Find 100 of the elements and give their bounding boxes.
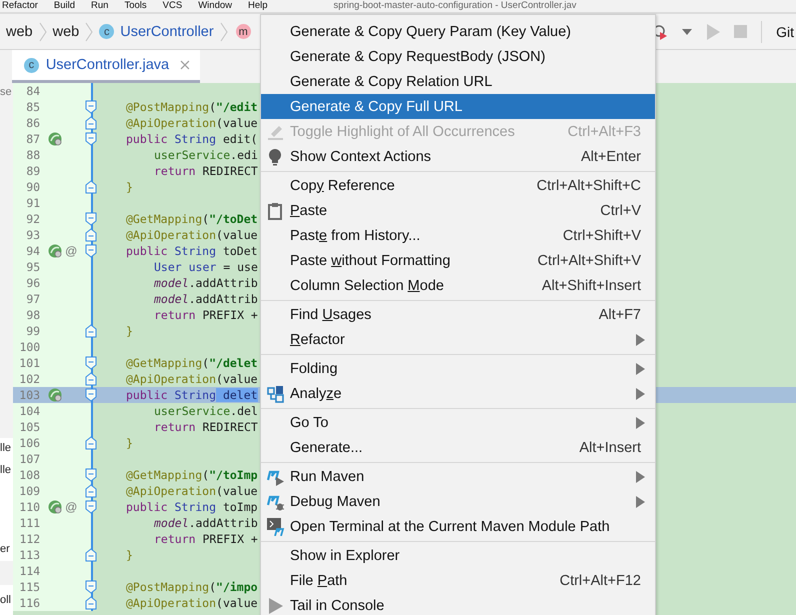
menu-item[interactable]: Go To	[261, 410, 655, 435]
shortcut: Alt+Insert	[579, 440, 641, 456]
menu-item[interactable]: Run	[91, 0, 108, 12]
code-line: @ApiOperation(value	[126, 372, 258, 386]
menu-item[interactable]: Generate & Copy Relation URL	[261, 69, 655, 94]
shortcut: Alt+Shift+Insert	[542, 278, 641, 294]
code-line: public String toDet	[126, 244, 258, 258]
menu-item[interactable]: Debug Maven	[261, 489, 655, 514]
menu-item[interactable]: Tail in Console	[261, 593, 655, 615]
method-badge[interactable]: m	[236, 24, 251, 39]
code-line: @ApiOperation(value	[126, 484, 258, 498]
git-menu[interactable]: Git	[776, 24, 794, 40]
line-number: 106	[18, 436, 40, 450]
line-number: 108	[18, 468, 40, 482]
project-item[interactable]: lle	[0, 438, 13, 458]
line-number: 109	[18, 484, 40, 498]
code-line: }	[126, 324, 133, 338]
menu-item[interactable]: Paste Ctrl+V	[261, 198, 655, 223]
code-line: model.addAttrib	[154, 276, 258, 290]
line-number: 84	[25, 84, 40, 98]
menu-item[interactable]: Help	[248, 0, 268, 12]
line-number: 97	[25, 292, 40, 306]
menu-item[interactable]: Generate & Copy RequestBody (JSON)	[261, 44, 655, 69]
menu-item[interactable]: Paste without Formatting Ctrl+Alt+Shift+V	[261, 248, 655, 273]
line-number: 107	[18, 452, 40, 466]
caret-icon	[682, 28, 692, 34]
project-item[interactable]: lle	[0, 458, 13, 483]
code-line: }	[126, 180, 133, 194]
line-number: 87	[25, 132, 40, 146]
line-number: 93	[25, 228, 40, 242]
project-item[interactable]: er	[0, 483, 13, 561]
breadcrumb[interactable]: web	[52, 24, 80, 40]
clipboard-icon	[266, 202, 284, 220]
code-line: return REDIRECT	[154, 420, 258, 434]
menu-item[interactable]: VCS	[162, 0, 182, 12]
shortcut: Ctrl+Alt+F12	[560, 572, 641, 588]
annotation-mark[interactable]: @	[65, 244, 78, 258]
close-icon	[180, 60, 190, 70]
project-item[interactable]: oll	[0, 585, 13, 615]
line-number: 111	[18, 516, 40, 530]
menu-item[interactable]: Copy Reference Ctrl+Alt+Shift+C	[261, 173, 655, 198]
line-number: 115	[18, 580, 40, 594]
menu-item[interactable]: Refactor	[261, 327, 655, 352]
menu-item[interactable]: Show in Explorer	[261, 543, 655, 568]
code-line: userService.edi	[154, 148, 258, 162]
code-line: return PREFIX +	[154, 532, 258, 546]
line-number: 90	[25, 180, 40, 194]
menu-item[interactable]: Refactor	[2, 0, 38, 12]
menu-item[interactable]: Paste from History... Ctrl+Shift+V	[261, 223, 655, 248]
code-line: @ApiOperation(value	[126, 596, 258, 610]
tab-label: UserController.java	[46, 57, 170, 73]
menu-item[interactable]: Show Context Actions Alt+Enter	[261, 144, 655, 169]
menu-item[interactable]: Generate & Copy Query Param (Key Value)	[261, 19, 655, 44]
menu-item[interactable]: Find Usages Alt+F7	[261, 302, 655, 327]
shortcut: Alt+F7	[598, 306, 641, 322]
editor-tab[interactable]: c UserController.java	[12, 50, 200, 83]
line-number: 96	[25, 276, 40, 290]
menu-item[interactable]: Build	[54, 0, 76, 12]
code-line: return REDIRECT	[154, 164, 258, 178]
annotation-mark[interactable]: @	[65, 500, 78, 514]
blocks-icon	[266, 384, 284, 402]
line-number: 86	[25, 116, 40, 130]
code-line: @GetMapping("/delet	[126, 356, 258, 370]
menu-item[interactable]: Analyze	[261, 381, 655, 406]
shortcut: Ctrl+Alt+F3	[568, 124, 641, 140]
code-line: @PostMapping("/impo	[126, 580, 258, 594]
code-line: @ApiOperation(value	[126, 228, 258, 242]
line-number: 103	[18, 388, 40, 402]
code-line: @ApiOperation(value	[126, 116, 258, 130]
line-number: 101	[18, 356, 40, 370]
class-badge: c	[24, 58, 39, 72]
menu-item[interactable]: Open Terminal at the Current Maven Module Path	[261, 514, 655, 539]
menu-item[interactable]: Tools	[124, 0, 147, 12]
menu-item[interactable]: Folding	[261, 356, 655, 381]
menu-item[interactable]: Column Selection Mode Alt+Shift+Insert	[261, 273, 655, 298]
line-number: 91	[25, 196, 40, 210]
menu-item[interactable]: Generate... Alt+Insert	[261, 435, 655, 460]
line-number: 92	[25, 212, 40, 226]
menu-item[interactable]: File Path Ctrl+Alt+F12	[261, 568, 655, 593]
chevron-icon	[38, 22, 47, 42]
shortcut: Ctrl+Alt+Shift+C	[536, 178, 641, 194]
line-number: 113	[18, 548, 40, 562]
code-line: userService.del	[154, 404, 258, 418]
line-number: 94	[25, 244, 40, 258]
line-number: 88	[25, 148, 40, 162]
line-number: 100	[18, 340, 40, 354]
shortcut: Alt+Enter	[580, 148, 641, 164]
line-number: 116	[18, 596, 40, 610]
code-line: return PREFIX +	[154, 308, 258, 322]
menu-item[interactable]: Window	[198, 0, 232, 12]
breadcrumb[interactable]: web	[6, 24, 33, 40]
breadcrumb[interactable]: UserController	[120, 24, 214, 40]
code-line: model.addAttrib	[154, 292, 258, 306]
window-title: spring-boot-master-auto-configuration - UserController.jav	[334, 0, 576, 12]
project-item[interactable]: se	[0, 84, 13, 100]
line-number: 85	[25, 100, 40, 114]
code-line: @GetMapping("/toDet	[126, 212, 258, 226]
menu-item[interactable]: Run Maven	[261, 464, 655, 489]
menu-item[interactable]: Generate & Copy Full URL	[261, 94, 655, 119]
code-line: public String delet	[126, 388, 258, 402]
